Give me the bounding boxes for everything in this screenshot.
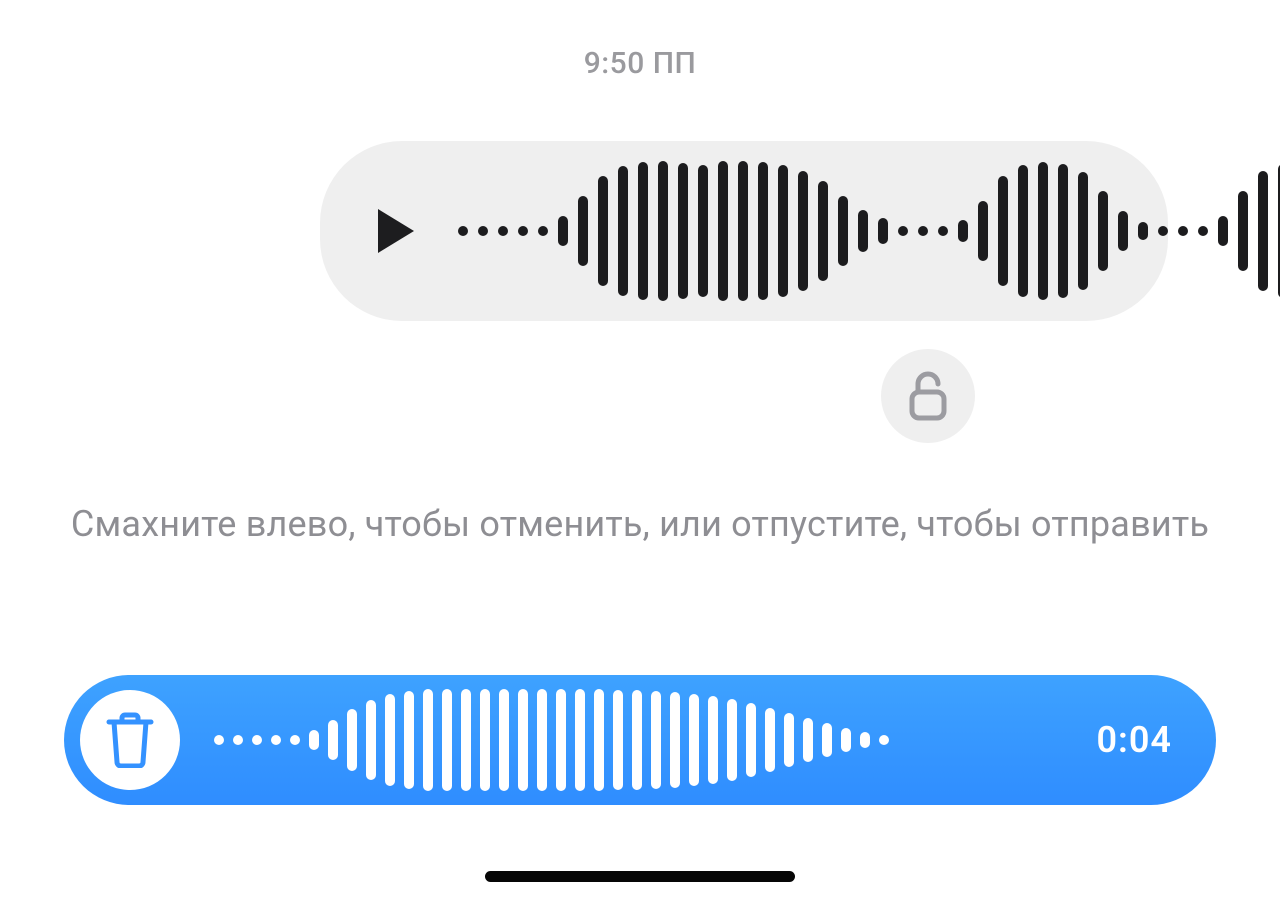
waveform-bar: [385, 694, 395, 786]
waveform-bar: [309, 730, 319, 750]
waveform-bar: [556, 689, 566, 791]
waveform-bar: [1218, 216, 1228, 246]
waveform-dot: [458, 226, 468, 236]
waveform-bar: [958, 220, 968, 242]
voice-waveform: [458, 156, 1280, 306]
waveform-dot: [478, 226, 488, 236]
waveform-bar: [1118, 211, 1128, 251]
waveform-bar: [1238, 191, 1248, 271]
waveform-bar: [1078, 172, 1088, 290]
waveform-bar: [537, 689, 547, 791]
waveform-bar: [480, 689, 490, 791]
received-voice-message[interactable]: [320, 141, 1168, 321]
waveform-bar: [698, 165, 708, 297]
waveform-bar: [632, 690, 642, 790]
waveform-dot: [290, 735, 300, 745]
waveform-bar: [822, 723, 832, 757]
waveform-dot: [1158, 226, 1168, 236]
waveform-bar: [879, 735, 889, 745]
waveform-bar: [658, 161, 668, 301]
waveform-bar: [998, 176, 1008, 286]
waveform-bar: [798, 171, 808, 291]
waveform-bar: [778, 165, 788, 297]
waveform-dot: [498, 226, 508, 236]
waveform-bar: [518, 689, 528, 791]
waveform-bar: [678, 163, 688, 299]
waveform-bar: [738, 161, 748, 301]
waveform-bar: [442, 689, 452, 791]
waveform-dot: [214, 735, 224, 745]
waveform-bar: [594, 689, 604, 791]
waveform-bar: [347, 709, 357, 771]
waveform-dot: [918, 226, 928, 236]
waveform-bar: [613, 690, 623, 790]
play-icon[interactable]: [378, 209, 414, 253]
cancel-recording-button[interactable]: [80, 690, 180, 790]
waveform-dot: [252, 735, 262, 745]
waveform-bar: [575, 689, 585, 791]
waveform-dot: [938, 226, 948, 236]
lock-recording-button[interactable]: [881, 349, 975, 443]
waveform-bar: [558, 216, 568, 246]
recording-timer: 0:04: [1096, 719, 1172, 761]
waveform-bar: [1038, 162, 1048, 300]
waveform-bar: [1098, 191, 1108, 271]
waveform-bar: [423, 689, 433, 791]
waveform-bar: [838, 196, 848, 266]
waveform-bar: [978, 201, 988, 261]
waveform-bar: [784, 713, 794, 767]
waveform-dot: [518, 226, 528, 236]
unlock-icon: [906, 370, 950, 422]
waveform-dot: [538, 226, 548, 236]
waveform-dot: [233, 735, 243, 745]
waveform-dot: [898, 226, 908, 236]
waveform-bar: [818, 181, 828, 281]
trash-icon: [105, 712, 155, 768]
waveform-bar: [858, 210, 868, 252]
waveform-bar: [1058, 164, 1068, 298]
waveform-bar: [841, 728, 851, 752]
waveform-dot: [271, 735, 281, 745]
waveform-bar: [670, 692, 680, 788]
waveform-dot: [1178, 226, 1188, 236]
waveform-bar: [1258, 171, 1268, 291]
waveform-bar: [651, 691, 661, 789]
waveform-bar: [404, 691, 414, 789]
message-timestamp: 9:50 ПП: [584, 46, 697, 81]
waveform-bar: [878, 218, 888, 244]
waveform-bar: [1018, 165, 1028, 297]
waveform-bar: [638, 162, 648, 300]
waveform-bar: [328, 720, 338, 760]
waveform-bar: [618, 166, 628, 296]
recording-waveform: [214, 689, 889, 791]
waveform-bar: [499, 689, 509, 791]
recording-bar[interactable]: 0:04: [64, 675, 1216, 805]
waveform-bar: [461, 689, 471, 791]
waveform-bar: [1138, 222, 1148, 240]
waveform-bar: [727, 699, 737, 781]
waveform-bar: [765, 708, 775, 772]
recording-hint-text: Смахните влево, чтобы отменить, или отпу…: [31, 503, 1249, 545]
home-indicator[interactable]: [485, 871, 795, 882]
waveform-bar: [718, 161, 728, 301]
waveform-bar: [803, 718, 813, 762]
waveform-dot: [1198, 226, 1208, 236]
waveform-bar: [746, 703, 756, 777]
waveform-bar: [689, 694, 699, 786]
waveform-bar: [708, 696, 718, 784]
waveform-bar: [860, 732, 870, 748]
waveform-bar: [758, 162, 768, 300]
waveform-bar: [578, 196, 588, 266]
waveform-bar: [598, 176, 608, 286]
waveform-bar: [366, 700, 376, 780]
